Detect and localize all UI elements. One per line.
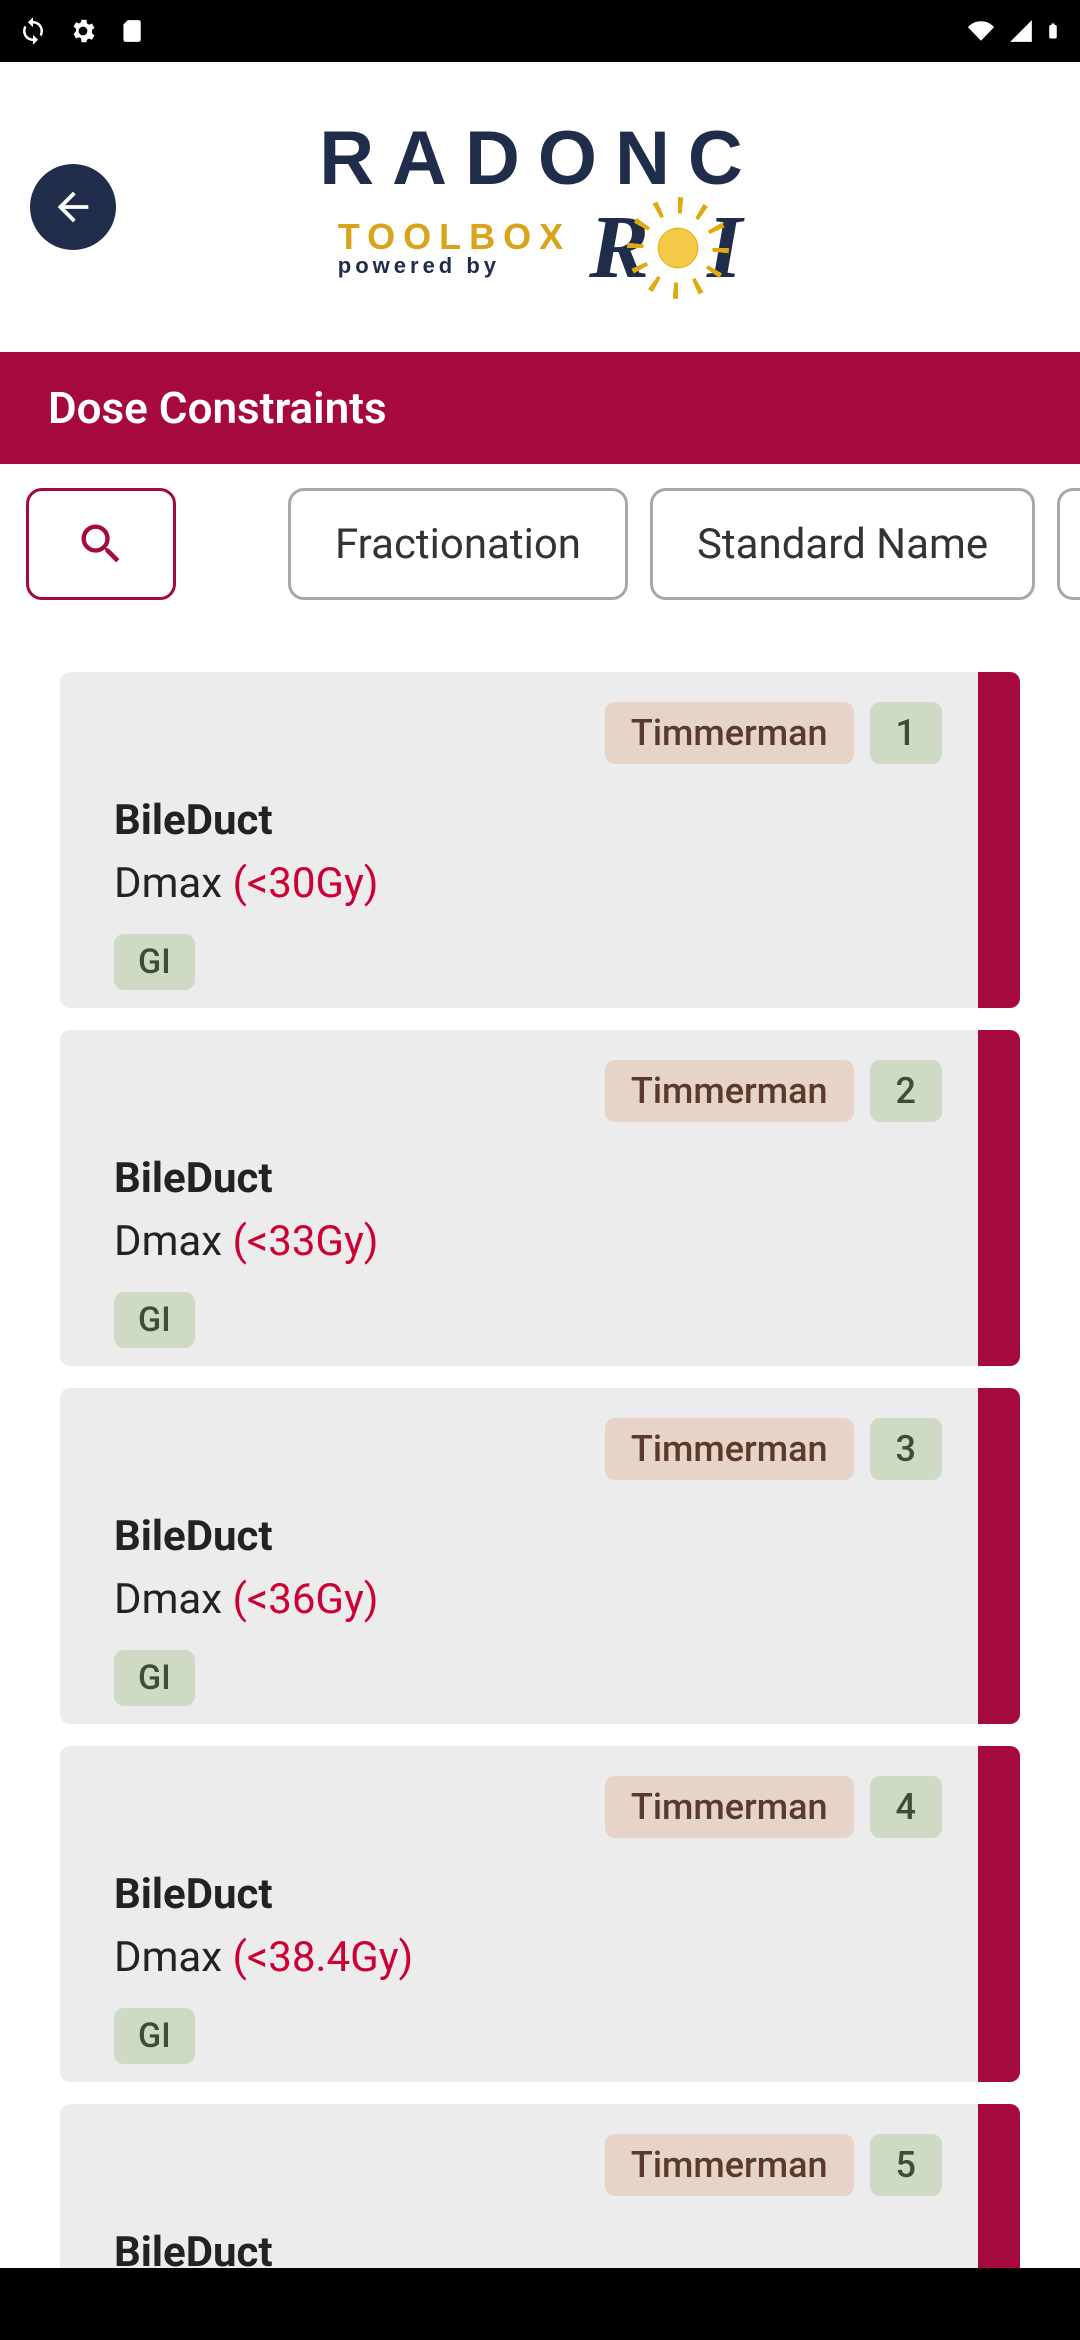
organ-name: BileDuct <box>114 2228 966 2268</box>
card-badges: Timmerman 2 <box>605 1060 942 1122</box>
constraint-card[interactable]: Timmerman 4 BileDuct Dmax (<38.4Gy) GI <box>60 1746 1020 2082</box>
constraint-card[interactable]: Timmerman 3 BileDuct Dmax (<36Gy) GI <box>60 1388 1020 1724</box>
constraint-value: (<30Gy) <box>233 859 379 908</box>
source-badge: Timmerman <box>605 702 854 764</box>
card-badges: Timmerman 5 <box>605 2134 942 2196</box>
logo-powered-text: powered by <box>338 255 500 277</box>
sim-card-icon <box>118 16 144 46</box>
constraint-value: (<36Gy) <box>233 1575 379 1624</box>
constraint-text: Dmax (<38.4Gy) <box>114 1933 966 1982</box>
metric-label: Dmax <box>114 859 233 908</box>
constraint-card[interactable]: Timmerman 5 BileDuct Dmax (<41Gy) <box>60 2104 1020 2268</box>
status-right <box>964 16 1062 46</box>
constraint-value: (<38.4Gy) <box>233 1933 414 1982</box>
system-nav-bar <box>0 2268 1080 2340</box>
number-badge: 1 <box>870 702 942 764</box>
organ-name: BileDuct <box>114 1154 966 1203</box>
constraint-list[interactable]: Timmerman 1 BileDuct Dmax (<30Gy) GI Tim… <box>0 624 1080 2268</box>
card-stripe <box>978 2104 1020 2268</box>
constraint-text: Dmax (<30Gy) <box>114 859 966 908</box>
number-badge: 2 <box>870 1060 942 1122</box>
settings-gear-icon <box>68 16 98 46</box>
category-tag: GI <box>114 1650 195 1706</box>
organ-name: BileDuct <box>114 796 966 845</box>
logo-line1: RADONC <box>319 121 761 197</box>
number-badge: 5 <box>870 2134 942 2196</box>
logo-line2: TOOLBOX powered by R I <box>319 203 761 293</box>
logo-toolbox-text: TOOLBOX <box>338 219 571 255</box>
app-screen: RADONC TOOLBOX powered by R I Dose Const… <box>0 0 1080 2340</box>
search-icon <box>75 518 127 570</box>
sync-icon <box>18 16 48 46</box>
logo-toolbox: TOOLBOX powered by <box>338 219 571 277</box>
category-tag: GI <box>114 1292 195 1348</box>
constraint-text: Dmax (<36Gy) <box>114 1575 966 1624</box>
page-title: Dose Constraints <box>0 352 1080 464</box>
constraint-card[interactable]: Timmerman 1 BileDuct Dmax (<30Gy) GI <box>60 672 1020 1008</box>
signal-icon <box>1008 18 1034 44</box>
constraint-card[interactable]: Timmerman 2 BileDuct Dmax (<33Gy) GI <box>60 1030 1020 1366</box>
category-tag: GI <box>114 2008 195 2064</box>
back-button[interactable] <box>30 164 116 250</box>
organ-name: BileDuct <box>114 1512 966 1561</box>
number-badge: 4 <box>870 1776 942 1838</box>
card-stripe <box>978 672 1020 1008</box>
metric-label: Dmax <box>114 1217 233 1266</box>
filter-row: Fractionation Standard Name <box>0 464 1080 624</box>
status-bar <box>0 0 1080 62</box>
card-stripe <box>978 1388 1020 1724</box>
number-badge: 3 <box>870 1418 942 1480</box>
source-badge: Timmerman <box>605 1060 854 1122</box>
filter-fractionation[interactable]: Fractionation <box>288 488 628 600</box>
app-logo: RADONC TOOLBOX powered by R I <box>319 121 761 293</box>
sun-icon <box>643 213 713 283</box>
source-badge: Timmerman <box>605 2134 854 2196</box>
app-header: RADONC TOOLBOX powered by R I <box>0 62 1080 352</box>
card-stripe <box>978 1030 1020 1366</box>
category-tag: GI <box>114 934 195 990</box>
card-badges: Timmerman 1 <box>605 702 942 764</box>
card-badges: Timmerman 4 <box>605 1776 942 1838</box>
card-badges: Timmerman 3 <box>605 1418 942 1480</box>
filter-overflow[interactable] <box>1057 488 1080 600</box>
card-stripe <box>978 1746 1020 2082</box>
source-badge: Timmerman <box>605 1418 854 1480</box>
battery-icon <box>1044 16 1062 46</box>
wifi-icon <box>964 18 998 44</box>
filter-standard-name[interactable]: Standard Name <box>650 488 1035 600</box>
constraint-text: Dmax (<33Gy) <box>114 1217 966 1266</box>
source-badge: Timmerman <box>605 1776 854 1838</box>
status-left <box>18 16 964 46</box>
metric-label: Dmax <box>114 1575 233 1624</box>
organ-name: BileDuct <box>114 1870 966 1919</box>
logo-roi: R I <box>589 203 742 293</box>
search-button[interactable] <box>26 488 176 600</box>
arrow-left-icon <box>50 184 96 230</box>
constraint-value: (<33Gy) <box>233 1217 379 1266</box>
metric-label: Dmax <box>114 1933 233 1982</box>
